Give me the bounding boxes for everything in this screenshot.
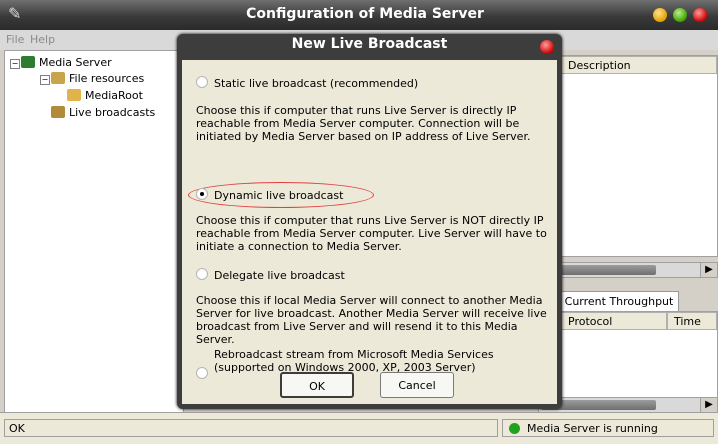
tree-item-label: Live broadcasts [69,106,156,119]
live-broadcasts-icon [51,106,65,118]
menu-file[interactable]: File [6,33,24,46]
tree-item-live-broadcasts[interactable]: Live broadcasts [51,106,155,119]
desc-line: reachable from Media Server computer. Li… [196,227,547,240]
option-label: Rebroadcast stream from Microsoft Media … [214,348,494,374]
option-description: Choose this if computer that runs Live S… [196,214,548,253]
app-icon: ✎ [8,4,22,23]
desc-line: Choose this if local Media Server will c… [196,294,543,307]
radio-circle[interactable] [196,76,208,88]
radio-dynamic-live-broadcast[interactable]: Dynamic live broadcast [196,188,343,202]
minimize-button[interactable] [653,8,667,22]
window-title: Configuration of Media Server [246,6,484,22]
column-time[interactable]: Time [667,312,717,330]
close-button[interactable] [693,8,707,22]
ok-button[interactable]: OK [280,372,354,398]
radio-circle[interactable] [196,268,208,280]
status-bar: OK Media Server is running [0,412,718,444]
option-label: Dynamic live broadcast [214,189,344,202]
tree-pane: − Media Server − File resources MediaRoo… [4,50,184,414]
desc-line: initiated by Media Server based on IP ad… [196,130,531,143]
tree-item-label: File resources [69,72,145,85]
cancel-button[interactable]: Cancel [380,372,454,398]
media-server-icon [21,56,35,68]
dialog-title: New Live Broadcast [291,36,448,52]
menu-help[interactable]: Help [30,33,55,46]
radio-delegate-live-broadcast[interactable]: Delegate live broadcast [196,268,345,282]
column-description[interactable]: Description [539,56,717,74]
scroll-right-arrow-icon[interactable]: ▶ [700,398,717,412]
dialog-body: Static live broadcast (recommended) Choo… [182,60,557,404]
tree-item-label: MediaRoot [85,89,143,102]
radio-static-live-broadcast[interactable]: Static live broadcast (recommended) [196,76,418,90]
server-status: Media Server is running [502,419,714,437]
tree-item-media-server[interactable]: Media Server [21,56,112,69]
details-list: Description [538,55,718,257]
collapse-file-resources[interactable]: − [40,75,50,85]
horizontal-scrollbar[interactable]: ▶ [538,262,718,278]
radio-circle[interactable] [196,188,208,200]
throughput-list: Protocol Time [538,311,718,403]
tree-item-mediaroot[interactable]: MediaRoot [67,89,143,102]
radio-circle[interactable] [196,367,208,379]
tree-item-label: Media Server [39,56,112,69]
desc-line: Choose this if computer that runs Live S… [196,104,517,117]
new-live-broadcast-dialog: New Live Broadcast Static live broadcast… [177,34,562,409]
desc-line: Choose this if computer that runs Live S… [196,214,544,227]
desc-line: initiate a connection to Media Server. [196,240,402,253]
option-label: Delegate live broadcast [214,269,345,282]
collapse-media-server[interactable]: − [10,59,20,69]
option-description: Choose this if computer that runs Live S… [196,104,548,143]
file-resources-icon [51,72,65,84]
desc-line: broadcast from Live Server and will rese… [196,320,518,346]
tree-item-file-resources[interactable]: File resources [51,72,144,85]
folder-icon [67,89,81,101]
tab-current-throughput[interactable]: Current Throughput [559,291,679,312]
maximize-button[interactable] [673,8,687,22]
option-label: Static live broadcast (recommended) [214,77,419,90]
running-indicator-icon [509,423,520,434]
desc-line: reachable from Media Server computer. Co… [196,117,520,130]
desc-line: Server for live broadcast. Another Media… [196,307,547,320]
server-status-text: Media Server is running [527,422,658,435]
status-message: OK [4,419,498,437]
lower-horizontal-scrollbar[interactable]: ▶ [538,397,718,413]
option-description: Choose this if local Media Server will c… [196,294,548,346]
label-line: Rebroadcast stream from Microsoft Media … [214,348,494,361]
title-bar: ✎ Configuration of Media Server [0,0,718,30]
dialog-close-button[interactable] [540,40,554,54]
scroll-right-arrow-icon[interactable]: ▶ [700,263,717,277]
